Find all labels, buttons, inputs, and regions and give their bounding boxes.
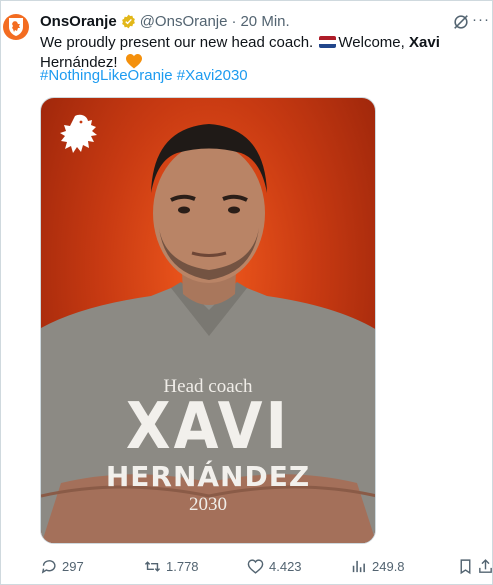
views-icon bbox=[352, 560, 365, 573]
avatar[interactable] bbox=[3, 14, 29, 40]
views-count: 249.8 bbox=[372, 559, 405, 574]
views-button[interactable]: 249.8 bbox=[350, 558, 405, 575]
caption-year: 2030 bbox=[189, 494, 227, 515]
share-button[interactable] bbox=[477, 558, 493, 575]
tweet-header: OnsOranje @OnsOranje · 20 Min. bbox=[40, 13, 462, 30]
share-icon bbox=[479, 559, 492, 573]
like-count: 4.423 bbox=[269, 559, 302, 574]
like-icon bbox=[247, 559, 264, 574]
more-icon[interactable]: ··· bbox=[472, 11, 490, 28]
bookmark-icon bbox=[460, 559, 471, 575]
caption-first-name: XAVI bbox=[125, 388, 291, 464]
oranje-lion-icon bbox=[9, 18, 23, 36]
reply-button[interactable]: 297 bbox=[40, 558, 84, 575]
netherlands-flag-icon bbox=[319, 36, 337, 48]
author-handle[interactable]: @OnsOranje bbox=[140, 13, 228, 30]
reply-count: 297 bbox=[62, 559, 84, 574]
verified-badge-icon bbox=[121, 14, 135, 29]
tweet-card[interactable]: OnsOranje @OnsOranje · 20 Min. ··· We pr… bbox=[0, 0, 493, 585]
like-button[interactable]: 4.423 bbox=[247, 558, 302, 575]
tweet-text-part2: Welcome, bbox=[338, 34, 405, 51]
separator-dot: · bbox=[231, 13, 237, 30]
tweet-actions: 297 1.778 4.423 249.8 bbox=[40, 558, 493, 578]
reply-icon bbox=[41, 560, 56, 574]
tweet-text-bold: Xavi bbox=[409, 34, 440, 51]
tweet-media-image[interactable]: Head coach XAVI HERNÁNDEZ 2030 bbox=[40, 97, 376, 544]
caption-last-name: HERNÁNDEZ bbox=[105, 460, 311, 493]
timestamp[interactable]: 20 Min. bbox=[240, 13, 289, 30]
bookmark-button[interactable] bbox=[457, 558, 474, 575]
retweet-icon bbox=[144, 561, 161, 572]
tweet-text-part1: We proudly present our new head coach. bbox=[40, 34, 314, 51]
retweet-count: 1.778 bbox=[166, 559, 199, 574]
lion-logo-icon bbox=[60, 114, 97, 153]
grok-icon[interactable] bbox=[452, 13, 470, 31]
retweet-button[interactable]: 1.778 bbox=[144, 558, 199, 575]
author-name[interactable]: OnsOranje bbox=[40, 13, 117, 30]
hashtags[interactable]: #NothingLikeOranje #Xavi2030 bbox=[40, 67, 248, 84]
